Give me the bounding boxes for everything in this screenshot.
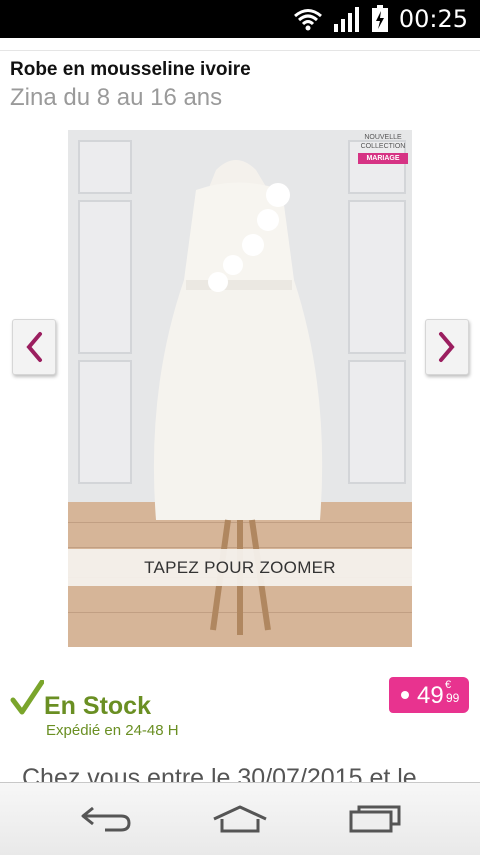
recent-apps-icon — [349, 805, 401, 833]
tag-hole-icon — [401, 691, 409, 699]
product-image[interactable]: NOUVELLE COLLECTION MARIAGE TAPEZ POUR Z… — [68, 130, 412, 647]
signal-icon — [333, 7, 359, 32]
price-cents: 99 — [446, 691, 460, 705]
status-icons: 00:25 — [293, 4, 468, 34]
product-subtitle: Zina du 8 au 16 ans — [10, 84, 223, 111]
wifi-icon — [293, 9, 322, 31]
price-integer: 49 — [417, 682, 444, 709]
navigation-bar — [0, 782, 480, 855]
stock-label: En Stock — [44, 692, 151, 720]
back-button[interactable] — [76, 797, 136, 841]
checkmark-icon — [10, 679, 45, 715]
price-tag: 49 € 99 — [389, 677, 469, 713]
collection-badge: NOUVELLE COLLECTION MARIAGE — [358, 133, 408, 177]
stock-status: En Stock — [10, 679, 151, 721]
back-icon — [81, 806, 131, 832]
badge-line: NOUVELLE — [364, 134, 402, 141]
status-bar: 00:25 — [0, 0, 480, 38]
price-currency: € — [445, 679, 452, 691]
home-icon — [213, 805, 267, 833]
badge-highlight: MARIAGE — [358, 153, 408, 164]
chevron-right-icon — [439, 332, 455, 362]
battery-charging-icon — [371, 5, 388, 32]
next-image-button[interactable] — [425, 319, 469, 375]
tap-to-zoom-label[interactable]: TAPEZ POUR ZOOMER — [68, 549, 412, 586]
app-top-strip — [0, 38, 480, 51]
shipping-info: Expédié en 24-48 H — [46, 722, 179, 739]
product-title: Robe en mousseline ivoire — [10, 59, 251, 80]
clock: 00:25 — [398, 5, 468, 33]
chevron-left-icon — [26, 332, 42, 362]
home-button[interactable] — [210, 797, 270, 841]
previous-image-button[interactable] — [12, 319, 56, 375]
recent-apps-button[interactable] — [345, 797, 405, 841]
badge-line: COLLECTION — [360, 143, 406, 150]
